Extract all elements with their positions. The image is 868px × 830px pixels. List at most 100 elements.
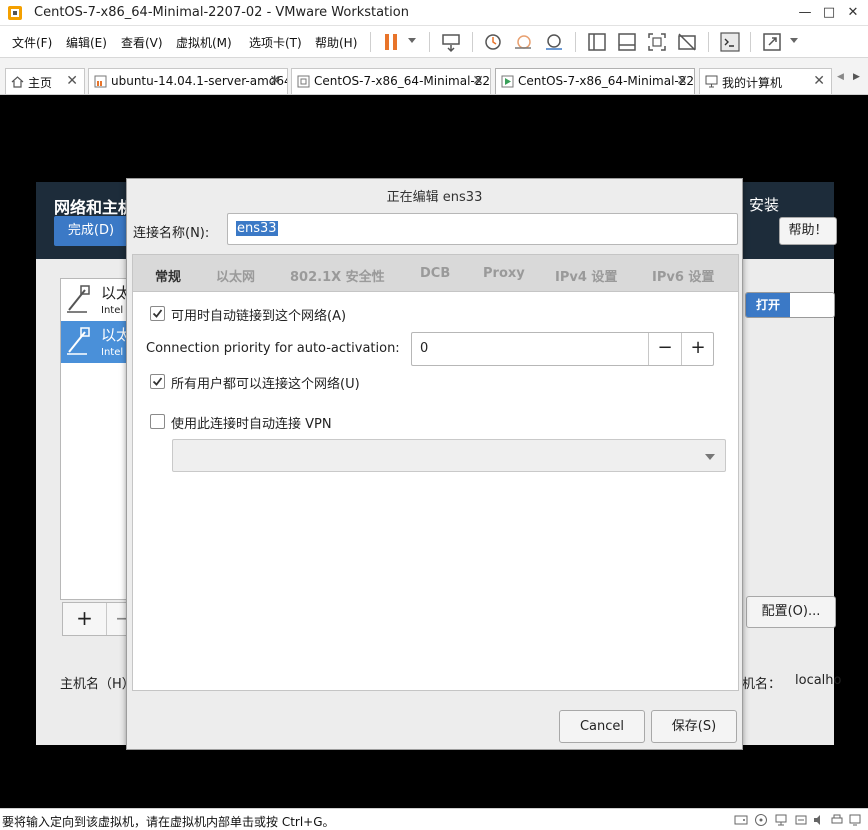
tab-scroll-right-button[interactable]: ▶ xyxy=(853,72,860,82)
auto-vpn-label: 使用此连接时自动连接 VPN xyxy=(171,417,332,432)
menu-help[interactable]: 帮助(H) xyxy=(315,34,357,51)
close-window-button[interactable]: ✕ xyxy=(844,4,862,22)
chevron-down-icon[interactable] xyxy=(408,38,416,43)
current-hostname-label: 机名： xyxy=(742,677,782,692)
menu-file[interactable]: 文件(F) xyxy=(12,34,52,51)
menu-tabs[interactable]: 选项卡(T) xyxy=(249,34,302,51)
tab-label: CentOS-7-x86_64-Minimal-22... xyxy=(314,74,491,88)
all-users-checkbox[interactable] xyxy=(150,374,165,389)
vm-icon xyxy=(297,75,310,88)
install-label: 安装 xyxy=(749,196,780,214)
checkmark-icon xyxy=(152,309,163,318)
tab-label: ubuntu-14.04.1-server-amd64 xyxy=(111,74,288,88)
toolbar-separator xyxy=(429,32,430,52)
help-button[interactable]: 帮助！ xyxy=(779,217,837,245)
revert-snapshot-icon[interactable] xyxy=(512,31,534,53)
chevron-down-icon[interactable] xyxy=(790,38,798,43)
chevron-down-icon xyxy=(705,454,715,460)
tab-label: 我的计算机 xyxy=(722,76,783,90)
tab-ipv4-settings[interactable]: IPv4 设置 xyxy=(555,266,617,285)
device-on-off-toggle[interactable]: 打开 xyxy=(745,292,835,318)
tab-centos-1[interactable]: CentOS-7-x86_64-Minimal-22... ✕ xyxy=(291,68,491,94)
home-icon xyxy=(11,76,24,88)
console-icon[interactable] xyxy=(719,31,741,53)
general-tab-panel: 可用时自动链接到这个网络(A) Connection priority for … xyxy=(132,291,739,691)
tab-home[interactable]: 主页 ✕ xyxy=(5,68,85,94)
vm-running-icon xyxy=(501,75,514,88)
status-bar: 要将输入定向到该虚拟机，请在虚拟机内部单击或按 Ctrl+G。 xyxy=(0,808,868,830)
close-icon[interactable]: ✕ xyxy=(813,73,825,89)
tab-bar: 主页 ✕ ubuntu-14.04.1-server-amd64 ✕ CentO… xyxy=(0,58,868,95)
tab-8021x-security[interactable]: 802.1X 安全性 xyxy=(290,266,385,285)
auto-vpn-checkbox[interactable] xyxy=(150,414,165,429)
tab-proxy[interactable]: Proxy xyxy=(483,266,525,281)
done-button[interactable]: 完成(D) xyxy=(54,216,128,246)
close-icon[interactable]: ✕ xyxy=(472,73,484,89)
display-icon[interactable] xyxy=(848,813,862,827)
stretch-icon[interactable] xyxy=(761,31,783,53)
device-vendor: Intel xyxy=(101,347,124,358)
window-titlebar: CentOS-7-x86_64-Minimal-2207-02 - VMware… xyxy=(0,0,868,26)
snapshot-manager-icon[interactable] xyxy=(543,31,565,53)
priority-label: Connection priority for auto-activation: xyxy=(146,341,400,356)
vm-icon xyxy=(94,75,107,88)
tab-scroll-left-button[interactable]: ◀ xyxy=(837,72,844,82)
tab-ethernet[interactable]: 以太网 xyxy=(216,266,255,285)
save-button[interactable]: 保存(S) xyxy=(651,710,737,743)
snapshot-icon[interactable] xyxy=(482,31,504,53)
send-keys-icon[interactable] xyxy=(440,31,462,53)
toolbar-separator xyxy=(370,32,371,52)
vpn-select[interactable] xyxy=(172,439,726,472)
auto-connect-checkbox[interactable] xyxy=(150,306,165,321)
close-icon[interactable]: ✕ xyxy=(66,73,78,89)
cancel-button[interactable]: Cancel xyxy=(559,710,645,743)
vmware-logo-icon xyxy=(8,6,22,20)
tab-ipv6-settings[interactable]: IPv6 设置 xyxy=(652,266,714,285)
window-title: CentOS-7-x86_64-Minimal-2207-02 - VMware… xyxy=(34,5,409,20)
auto-connect-label: 可用时自动链接到这个网络(A) xyxy=(171,309,347,324)
sound-icon[interactable] xyxy=(812,813,826,827)
minimize-button[interactable]: — xyxy=(796,4,814,22)
tab-dcb[interactable]: DCB xyxy=(420,266,450,281)
close-icon[interactable]: ✕ xyxy=(676,73,688,89)
priority-decrement-button[interactable]: − xyxy=(648,333,681,365)
cdrom-icon[interactable] xyxy=(754,813,768,827)
tab-general[interactable]: 常规 xyxy=(155,266,181,285)
maximize-button[interactable]: □ xyxy=(820,4,838,22)
tab-my-computer[interactable]: 我的计算机 ✕ xyxy=(699,68,832,94)
priority-spinbox[interactable]: 0 − + xyxy=(411,332,714,366)
printer-icon[interactable] xyxy=(830,813,844,827)
hostname-label: 主机名（H） xyxy=(60,677,135,692)
priority-increment-button[interactable]: + xyxy=(681,333,714,365)
connection-name-label: 连接名称(N): xyxy=(133,226,210,241)
add-device-button[interactable]: + xyxy=(63,603,107,635)
edit-connection-dialog: 正在编辑 ens33 连接名称(N): ens33 常规 以太网 802.1X … xyxy=(126,178,743,750)
toolbar-separator xyxy=(575,32,576,52)
fullscreen-icon[interactable] xyxy=(646,31,668,53)
thumbnail-icon[interactable] xyxy=(616,31,638,53)
connection-name-input[interactable]: ens33 xyxy=(227,213,738,245)
usb-icon[interactable] xyxy=(794,813,808,827)
sidebar-icon[interactable] xyxy=(586,31,608,53)
unity-icon[interactable] xyxy=(676,31,698,53)
tab-ubuntu[interactable]: ubuntu-14.04.1-server-amd64 ✕ xyxy=(88,68,288,94)
settings-tabs: 常规 以太网 802.1X 安全性 DCB Proxy IPv4 设置 IPv6… xyxy=(132,254,739,292)
configure-button[interactable]: 配置(O)... xyxy=(746,596,836,628)
pause-icon[interactable] xyxy=(380,31,402,53)
connection-name-value: ens33 xyxy=(236,221,278,236)
network-icon[interactable] xyxy=(774,813,788,827)
checkmark-icon xyxy=(152,377,163,386)
priority-value: 0 xyxy=(420,341,429,356)
tab-label: 主页 xyxy=(28,76,53,90)
menu-edit[interactable]: 编辑(E) xyxy=(66,34,107,51)
hdd-icon[interactable] xyxy=(734,813,748,827)
page-title: 网络和主机 xyxy=(54,198,135,217)
ethernet-icon xyxy=(67,285,90,313)
menu-vm[interactable]: 虚拟机(M) xyxy=(176,34,232,51)
current-hostname-value: localho xyxy=(795,673,842,688)
status-text: 要将输入定向到该虚拟机，请在虚拟机内部单击或按 Ctrl+G。 xyxy=(2,815,335,829)
tab-centos-2[interactable]: CentOS-7-x86_64-Minimal-22... ✕ xyxy=(495,68,695,94)
close-icon[interactable]: ✕ xyxy=(269,73,281,89)
menu-view[interactable]: 查看(V) xyxy=(121,34,163,51)
ethernet-icon xyxy=(67,327,90,355)
